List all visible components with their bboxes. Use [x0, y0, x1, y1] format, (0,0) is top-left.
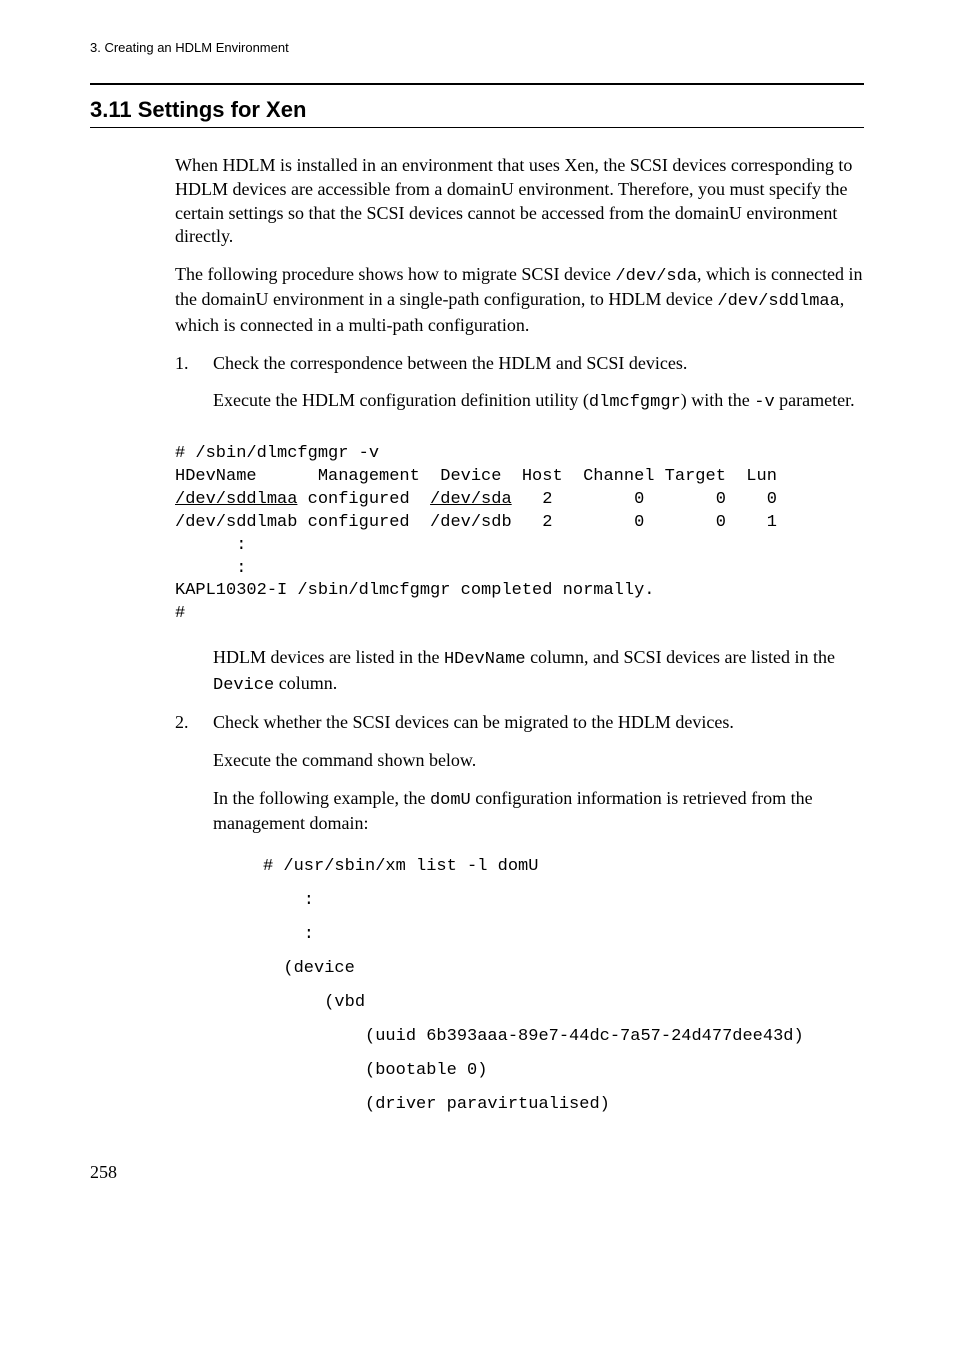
code-underline: /dev/sddlmaa: [175, 490, 297, 509]
paragraph-intro: When HDLM is installed in an environment…: [175, 154, 864, 249]
code-line: KAPL10302-I /sbin/dlmcfgmgr completed no…: [175, 581, 654, 600]
rule-under-heading: [90, 127, 864, 128]
page-number: 258: [90, 1162, 864, 1183]
inline-code: -v: [754, 393, 774, 412]
inline-code: Device: [213, 676, 274, 695]
rule-top: [90, 83, 864, 85]
code-line: :: [263, 891, 314, 910]
step-number: 1.: [175, 352, 213, 429]
paragraph-procedure-intro: The following procedure shows how to mig…: [175, 263, 864, 338]
code-line: :: [263, 925, 314, 944]
step-2: 2. Check whether the SCSI devices can be…: [175, 711, 864, 1122]
code-line: # /usr/sbin/xm list -l domU: [263, 857, 538, 876]
code-line: :: [175, 536, 246, 555]
code-line: :: [175, 559, 246, 578]
text: column.: [274, 673, 337, 693]
code-line: HDevName Management Device Host Channel …: [175, 467, 777, 486]
inline-code: dlmcfgmgr: [589, 393, 681, 412]
step1-after: HDLM devices are listed in the HDevName …: [213, 646, 864, 697]
code-underline: /dev/sda: [430, 490, 512, 509]
code-line: (vbd: [263, 993, 365, 1012]
text: In the following example, the: [213, 788, 430, 808]
text: Execute the HDLM configuration definitio…: [213, 390, 589, 410]
code-block-dlmcfgmgr: # /sbin/dlmcfgmgr -v HDevName Management…: [175, 443, 864, 627]
code-line: (driver paravirtualised): [263, 1095, 610, 1114]
page: 3. Creating an HDLM Environment 3.11 Set…: [0, 0, 954, 1213]
text: HDLM devices are listed in the: [213, 647, 444, 667]
code-line: #: [175, 604, 185, 623]
inline-code: /dev/sddlmaa: [717, 292, 839, 311]
code-block-xm-list: # /usr/sbin/xm list -l domU : : (device …: [263, 850, 864, 1122]
section-heading: 3.11 Settings for Xen: [90, 97, 864, 123]
body: When HDLM is installed in an environment…: [175, 154, 864, 1122]
code-line: /dev/sddlmab configured /dev/sdb 2 0 0 1: [175, 513, 777, 532]
inline-code: HDevName: [444, 650, 526, 669]
step-body: Check the correspondence between the HDL…: [213, 352, 864, 429]
step-number: 2.: [175, 711, 213, 1122]
step-title: Check the correspondence between the HDL…: [213, 352, 864, 376]
text: The following procedure shows how to mig…: [175, 264, 615, 284]
paragraph-after-code: HDLM devices are listed in the HDevName …: [213, 646, 864, 697]
code-text: 2 0 0 0: [512, 490, 777, 509]
inline-code: /dev/sda: [615, 267, 697, 286]
running-header: 3. Creating an HDLM Environment: [90, 40, 864, 55]
code-line: (bootable 0): [263, 1061, 487, 1080]
code-line: # /sbin/dlmcfgmgr -v: [175, 444, 379, 463]
text: column, and SCSI devices are listed in t…: [526, 647, 835, 667]
step-1: 1. Check the correspondence between the …: [175, 352, 864, 429]
text: ) with the: [681, 390, 755, 410]
code-line: (device: [263, 959, 355, 978]
step-sub: Execute the command shown below.: [213, 749, 864, 773]
step-sub: Execute the HDLM configuration definitio…: [213, 389, 864, 414]
text: parameter.: [775, 390, 855, 410]
code-text: configured: [297, 490, 430, 509]
inline-code: domU: [430, 791, 471, 810]
step-sub: In the following example, the domU confi…: [213, 787, 864, 836]
step-body: Check whether the SCSI devices can be mi…: [213, 711, 864, 1122]
code-line: (uuid 6b393aaa-89e7-44dc-7a57-24d477dee4…: [263, 1027, 804, 1046]
step-title: Check whether the SCSI devices can be mi…: [213, 711, 864, 735]
